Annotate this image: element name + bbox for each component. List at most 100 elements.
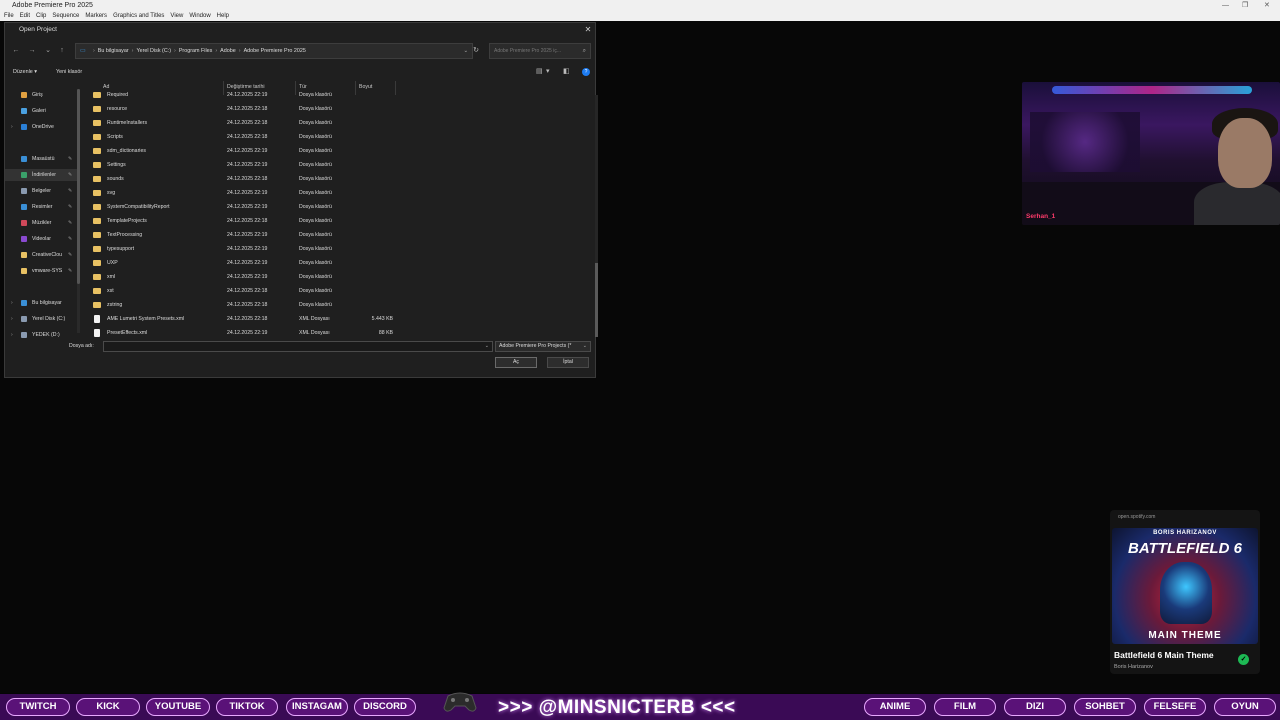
- stream-link-oyun[interactable]: OYUN: [1214, 698, 1276, 716]
- address-history-icon[interactable]: ⌄: [463, 44, 468, 58]
- recent-locations-icon[interactable]: ⌄: [43, 43, 53, 59]
- stream-link-kick[interactable]: KICK: [76, 698, 140, 716]
- file-row[interactable]: xml 24.12.2025 22:19 Dosya klasörü: [89, 270, 589, 284]
- close-icon[interactable]: ✕: [1264, 0, 1270, 11]
- menu-item-sequence[interactable]: Sequence: [52, 11, 79, 21]
- sidebar-item-6[interactable]: Resimler ✎: [5, 201, 79, 213]
- organize-button[interactable]: Düzenle ▾: [13, 66, 37, 78]
- file-row[interactable]: Scripts 24.12.2025 22:18 Dosya klasörü: [89, 130, 589, 144]
- file-row[interactable]: sdm_dictionaries 24.12.2025 22:19 Dosya kl…: [89, 144, 589, 158]
- sidebar-item-3[interactable]: Masaüstü ✎: [5, 153, 79, 165]
- menu-item-window[interactable]: Window: [189, 11, 210, 21]
- dialog-close-icon[interactable]: ✕: [583, 24, 593, 35]
- stream-link-film[interactable]: FILM: [934, 698, 996, 716]
- sidebar-item-8[interactable]: Videolar ✎: [5, 233, 79, 245]
- file-row[interactable]: RuntimeInstallers 24.12.2025 22:18 Dosya k…: [89, 116, 589, 130]
- chevron-right-icon[interactable]: ›: [11, 297, 13, 309]
- cloud-icon: [21, 124, 27, 130]
- menu-item-graphics-and-titles[interactable]: Graphics and Titles: [113, 11, 164, 21]
- breadcrumb-separator-icon[interactable]: ›: [174, 48, 176, 54]
- sidebar-item-7[interactable]: Müzikler ✎: [5, 217, 79, 229]
- chevron-right-icon[interactable]: ›: [11, 329, 13, 341]
- breadcrumb-item[interactable]: Adobe Premiere Pro 2025: [244, 48, 306, 54]
- chevron-right-icon[interactable]: ›: [11, 121, 13, 133]
- file-row[interactable]: xst 24.12.2025 22:18 Dosya klasörü: [89, 284, 589, 298]
- stream-link-tiktok[interactable]: TIKTOK: [216, 698, 278, 716]
- sidebar-item-11[interactable]: › Bu bilgisayar: [5, 297, 79, 309]
- menu-item-file[interactable]: File: [4, 11, 14, 21]
- breadcrumb-item[interactable]: Program Files: [179, 48, 213, 54]
- file-date: 24.12.2025 22:19: [227, 260, 268, 266]
- breadcrumb-item[interactable]: Yerel Disk (C:): [136, 48, 171, 54]
- forward-icon[interactable]: →: [27, 43, 37, 59]
- sidebar-item-0[interactable]: Giriş: [5, 89, 79, 101]
- chevron-right-icon[interactable]: ›: [11, 313, 13, 325]
- navigation-pane-scrollbar[interactable]: [77, 89, 80, 333]
- open-button[interactable]: Aç: [495, 357, 537, 368]
- breadcrumb-separator-icon[interactable]: ›: [132, 48, 134, 54]
- sidebar-item-9[interactable]: CreativeClou ✎: [5, 249, 79, 261]
- folder-icon: [21, 268, 27, 274]
- minimize-icon[interactable]: —: [1222, 0, 1229, 11]
- refresh-icon[interactable]: ↻: [469, 43, 483, 59]
- sidebar-item-1[interactable]: Galeri: [5, 105, 79, 117]
- breadcrumb-separator-icon[interactable]: ›: [215, 48, 217, 54]
- view-dropdown-icon[interactable]: ▾: [546, 66, 550, 78]
- chevron-down-icon[interactable]: ⌄: [485, 343, 489, 349]
- file-row[interactable]: resource 24.12.2025 22:18 Dosya klasörü: [89, 102, 589, 116]
- up-folder-icon[interactable]: ↑: [57, 43, 67, 59]
- new-folder-button[interactable]: Yeni klasör: [56, 66, 82, 78]
- folder-icon: [93, 106, 101, 112]
- view-options-icon[interactable]: ▤: [536, 66, 543, 78]
- file-row[interactable]: UXP 24.12.2025 22:19 Dosya klasörü: [89, 256, 589, 270]
- menu-item-edit[interactable]: Edit: [20, 11, 30, 21]
- stream-link-instagam[interactable]: INSTAGAM: [286, 698, 348, 716]
- help-icon[interactable]: ?: [582, 68, 590, 76]
- sidebar-item-13[interactable]: › YEDEK (D:): [5, 329, 79, 341]
- file-type-select[interactable]: Adobe Premiere Pro Projects (* ⌄: [495, 341, 591, 352]
- breadcrumb-item[interactable]: Bu bilgisayar: [98, 48, 129, 54]
- stream-link-anime[interactable]: ANIME: [864, 698, 926, 716]
- menu-item-markers[interactable]: Markers: [85, 11, 107, 21]
- pin-icon: ✎: [68, 188, 73, 194]
- maximize-icon[interactable]: ❐: [1242, 0, 1248, 11]
- sidebar-item-10[interactable]: vmware-SYS ✎: [5, 265, 79, 277]
- sidebar-item-5[interactable]: Belgeler ✎: [5, 185, 79, 197]
- stream-link-sohbet[interactable]: SOHBET: [1074, 698, 1136, 716]
- breadcrumb-separator-icon[interactable]: ›: [239, 48, 241, 54]
- stream-link-felsefe[interactable]: FELSEFE: [1144, 698, 1206, 716]
- sidebar-item-12[interactable]: › Yerel Disk (C:): [5, 313, 79, 325]
- menu-item-clip[interactable]: Clip: [36, 11, 46, 21]
- file-list-scrollbar[interactable]: [595, 95, 598, 337]
- sidebar-item-4[interactable]: İndirilenler ✎: [5, 169, 79, 181]
- file-row[interactable]: TemplateProjects 24.12.2025 22:18 Dosya kl…: [89, 214, 589, 228]
- file-type: Dosya klasörü: [299, 162, 332, 168]
- file-row[interactable]: zstring 24.12.2025 22:18 Dosya klasörü: [89, 298, 589, 312]
- stream-link-twitch[interactable]: TWITCH: [6, 698, 70, 716]
- file-row[interactable]: SystemCompatibilityReport 24.12.2025 22:1…: [89, 200, 589, 214]
- file-row[interactable]: sounds 24.12.2025 22:18 Dosya klasörü: [89, 172, 589, 186]
- sidebar-item-2[interactable]: › OneDrive: [5, 121, 79, 133]
- file-row[interactable]: Required 24.12.2025 22:19 Dosya klasörü: [89, 88, 589, 102]
- filename-input[interactable]: ⌄: [103, 341, 493, 352]
- breadcrumb-separator-icon[interactable]: ›: [93, 48, 95, 54]
- breadcrumb-item[interactable]: Adobe: [220, 48, 236, 54]
- menu-item-help[interactable]: Help: [217, 11, 229, 21]
- file-row[interactable]: typesupport 24.12.2025 22:19 Dosya klasörü: [89, 242, 589, 256]
- file-row[interactable]: svg 24.12.2025 22:19 Dosya klasörü: [89, 186, 589, 200]
- preview-pane-icon[interactable]: ◧: [563, 66, 570, 78]
- stream-link-youtube[interactable]: YOUTUBE: [146, 698, 210, 716]
- file-row[interactable]: TextProcessing 24.12.2025 22:19 Dosya klas…: [89, 228, 589, 242]
- stream-link-dizi[interactable]: DIZI: [1004, 698, 1066, 716]
- file-row[interactable]: Settings 24.12.2025 22:19 Dosya klasörü: [89, 158, 589, 172]
- file-name: xst: [107, 288, 114, 294]
- stream-link-discord[interactable]: DISCORD: [354, 698, 416, 716]
- search-input[interactable]: Adobe Premiere Pro 2025 iç... ⌕: [489, 43, 591, 59]
- address-bar[interactable]: ▭ › Bu bilgisayar › Yerel Disk (C:) › Program …: [75, 43, 473, 59]
- back-icon[interactable]: ←: [11, 43, 21, 59]
- cancel-button[interactable]: İptal: [547, 357, 589, 368]
- file-row[interactable]: PresetEffects.xml 24.12.2025 22:19 XML Dos…: [89, 326, 589, 337]
- file-name: SystemCompatibilityReport: [107, 204, 170, 210]
- menu-item-view[interactable]: View: [170, 11, 183, 21]
- file-row[interactable]: AME Lumetri System Presets.xml 24.12.2025…: [89, 312, 589, 326]
